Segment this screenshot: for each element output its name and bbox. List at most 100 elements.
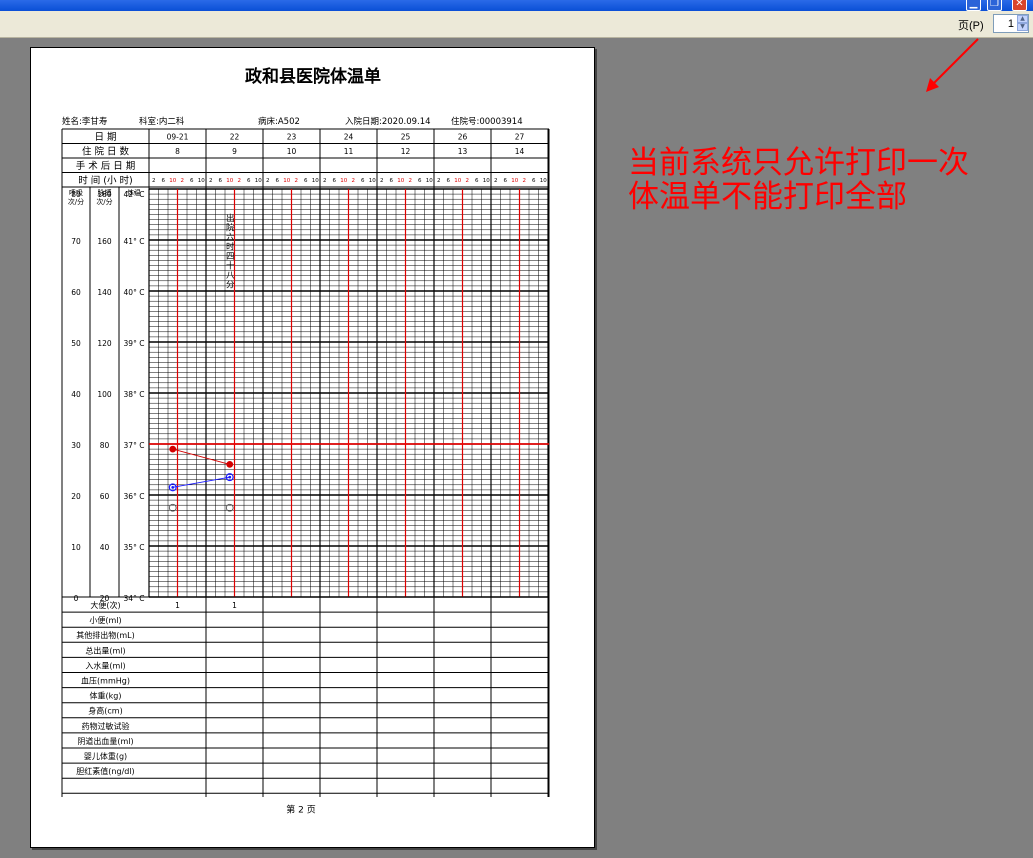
date-cell: 25 [401, 133, 411, 142]
department: 科室:内二科 [139, 116, 185, 127]
stay-day-cell: 9 [232, 147, 237, 156]
hour-cell: 2 [181, 178, 185, 184]
pulse-tick: 120 [97, 339, 112, 348]
hour-cell: 2 [466, 178, 470, 184]
hour-cell: 6 [247, 178, 251, 184]
hour-cell: 10 [340, 178, 347, 184]
page-spinner[interactable]: ▲ ▼ [993, 14, 1029, 33]
hour-cell: 10 [283, 178, 290, 184]
stay-day-cell: 10 [287, 147, 297, 156]
resp-tick: 0 [74, 594, 79, 603]
hour-cell: 6 [361, 178, 365, 184]
close-icon: ✕ [1015, 0, 1024, 9]
spin-up-button[interactable]: ▲ [1017, 15, 1028, 23]
hour-cell: 10 [483, 178, 490, 184]
hour-cell: 2 [380, 178, 384, 184]
bottom-row-label: 婴儿体重(g) [84, 751, 127, 761]
page-label: 页(P) [958, 20, 984, 32]
resp-tick: 20 [71, 492, 81, 501]
pulse-tick: 100 [97, 390, 112, 399]
hour-cell: 6 [390, 178, 394, 184]
minimize-icon: ▁ [969, 0, 978, 9]
annotation-text: 当前系统只允许打印一次 体温单不能打印全部 [628, 146, 969, 214]
hour-cell: 2 [152, 178, 156, 184]
resp-tick: 10 [71, 543, 81, 552]
resp-tick: 60 [71, 288, 81, 297]
hour-cell: 2 [266, 178, 270, 184]
bed-number: 病床:A502 [258, 116, 300, 127]
date-cell: 23 [287, 133, 297, 142]
restore-icon: ❐ [990, 0, 999, 9]
hour-cell: 6 [475, 178, 479, 184]
patient-name: 姓名:李甘寿 [62, 116, 108, 127]
hour-cell: 10 [369, 178, 376, 184]
temp-tick: 36° C [124, 492, 145, 501]
stay-days-row-label: 住 院 日 数 [82, 146, 130, 158]
date-cell: 24 [344, 133, 354, 142]
resp-tick: 30 [71, 441, 81, 450]
sheet-title: 政和县医院体温单 [245, 66, 381, 87]
bottom-row-label: 药物过敏试验 [82, 721, 130, 731]
stay-day-cell: 14 [515, 147, 525, 156]
hour-cell: 2 [209, 178, 213, 184]
temp-tick: 39° C [124, 339, 145, 348]
page-footer: 第 2 页 [286, 803, 315, 815]
bottom-row-label: 小便(ml) [89, 615, 121, 625]
temp-tick: 41° C [124, 237, 145, 246]
stay-day-cell: 8 [175, 147, 180, 156]
bottom-row-label: 其他排出物(mL) [76, 630, 135, 640]
hour-cell: 2 [494, 178, 498, 184]
pulse-tick: 140 [97, 288, 112, 297]
hour-cell: 2 [523, 178, 527, 184]
bottom-row-label: 阴道出血量(ml) [77, 736, 133, 746]
pulse-tick: 180 [97, 190, 112, 199]
page-number-input[interactable] [994, 15, 1016, 32]
chevron-up-icon: ▲ [1020, 15, 1025, 22]
temperature-chart: 政和县医院体温单姓名:李甘寿 科室:内二科 病床:A502 入院日期:2020.09.… [61, 66, 550, 815]
spin-down-button[interactable]: ▼ [1017, 23, 1028, 31]
hour-cell: 6 [276, 178, 280, 184]
date-cell: 22 [230, 133, 240, 142]
resp-tick: 40 [71, 390, 81, 399]
preview-toolbar: 页(P) ▲ ▼ [0, 11, 1033, 38]
hour-cell: 10 [426, 178, 433, 184]
annotation-line-1: 当前系统只允许打印一次 [628, 145, 969, 181]
hour-cell: 6 [304, 178, 308, 184]
hour-cell: 2 [437, 178, 441, 184]
close-button[interactable]: ✕ [1012, 0, 1027, 11]
hour-cell: 6 [447, 178, 451, 184]
stay-day-cell: 11 [344, 147, 354, 156]
bottom-row-label: 胆红素值(ng/dl) [76, 766, 134, 776]
stay-day-cell: 12 [401, 147, 411, 156]
hour-cell: 6 [219, 178, 223, 184]
hour-cell: 10 [226, 178, 233, 184]
resp-tick: 50 [71, 339, 81, 348]
series-line [172, 476, 230, 488]
hour-cell: 10 [255, 178, 262, 184]
stay-day-cell: 13 [458, 147, 468, 156]
minimize-button[interactable]: ▁ [966, 0, 981, 11]
vertical-note-char: 分 [226, 281, 235, 291]
print-preview-page: 政和县医院体温单姓名:李甘寿 科室:内二科 病床:A502 入院日期:2020.09.… [30, 47, 595, 848]
vertical-note-char: 六 [226, 232, 235, 243]
date-row-label: 日 期 [94, 132, 116, 143]
temp-tick: 34° C [124, 594, 145, 603]
annotation-arrow [926, 38, 979, 92]
vertical-note-char: 出 [226, 213, 235, 224]
postop-row-label: 手 术 后 日 期 [76, 160, 136, 172]
pulse-tick: 40 [100, 543, 110, 552]
resp-tick: 80 [71, 190, 81, 199]
vertical-note-char: 四 [226, 252, 235, 262]
hour-cell: 6 [190, 178, 194, 184]
hour-cell: 2 [295, 178, 299, 184]
window-titlebar: ▁ ❐ ✕ [0, 0, 1033, 11]
admission-date: 入院日期:2020.09.14 [345, 116, 431, 127]
hour-cell: 10 [198, 178, 205, 184]
bottom-row-label: 血压(mmHg) [81, 676, 130, 686]
hour-cell: 6 [532, 178, 536, 184]
bottom-row-value: 1 [175, 601, 180, 610]
maximize-button[interactable]: ❐ [987, 0, 1002, 11]
pulse-tick: 60 [100, 492, 110, 501]
hour-cell: 6 [333, 178, 337, 184]
time-row-label: 时 间 (小 时) [78, 175, 132, 187]
